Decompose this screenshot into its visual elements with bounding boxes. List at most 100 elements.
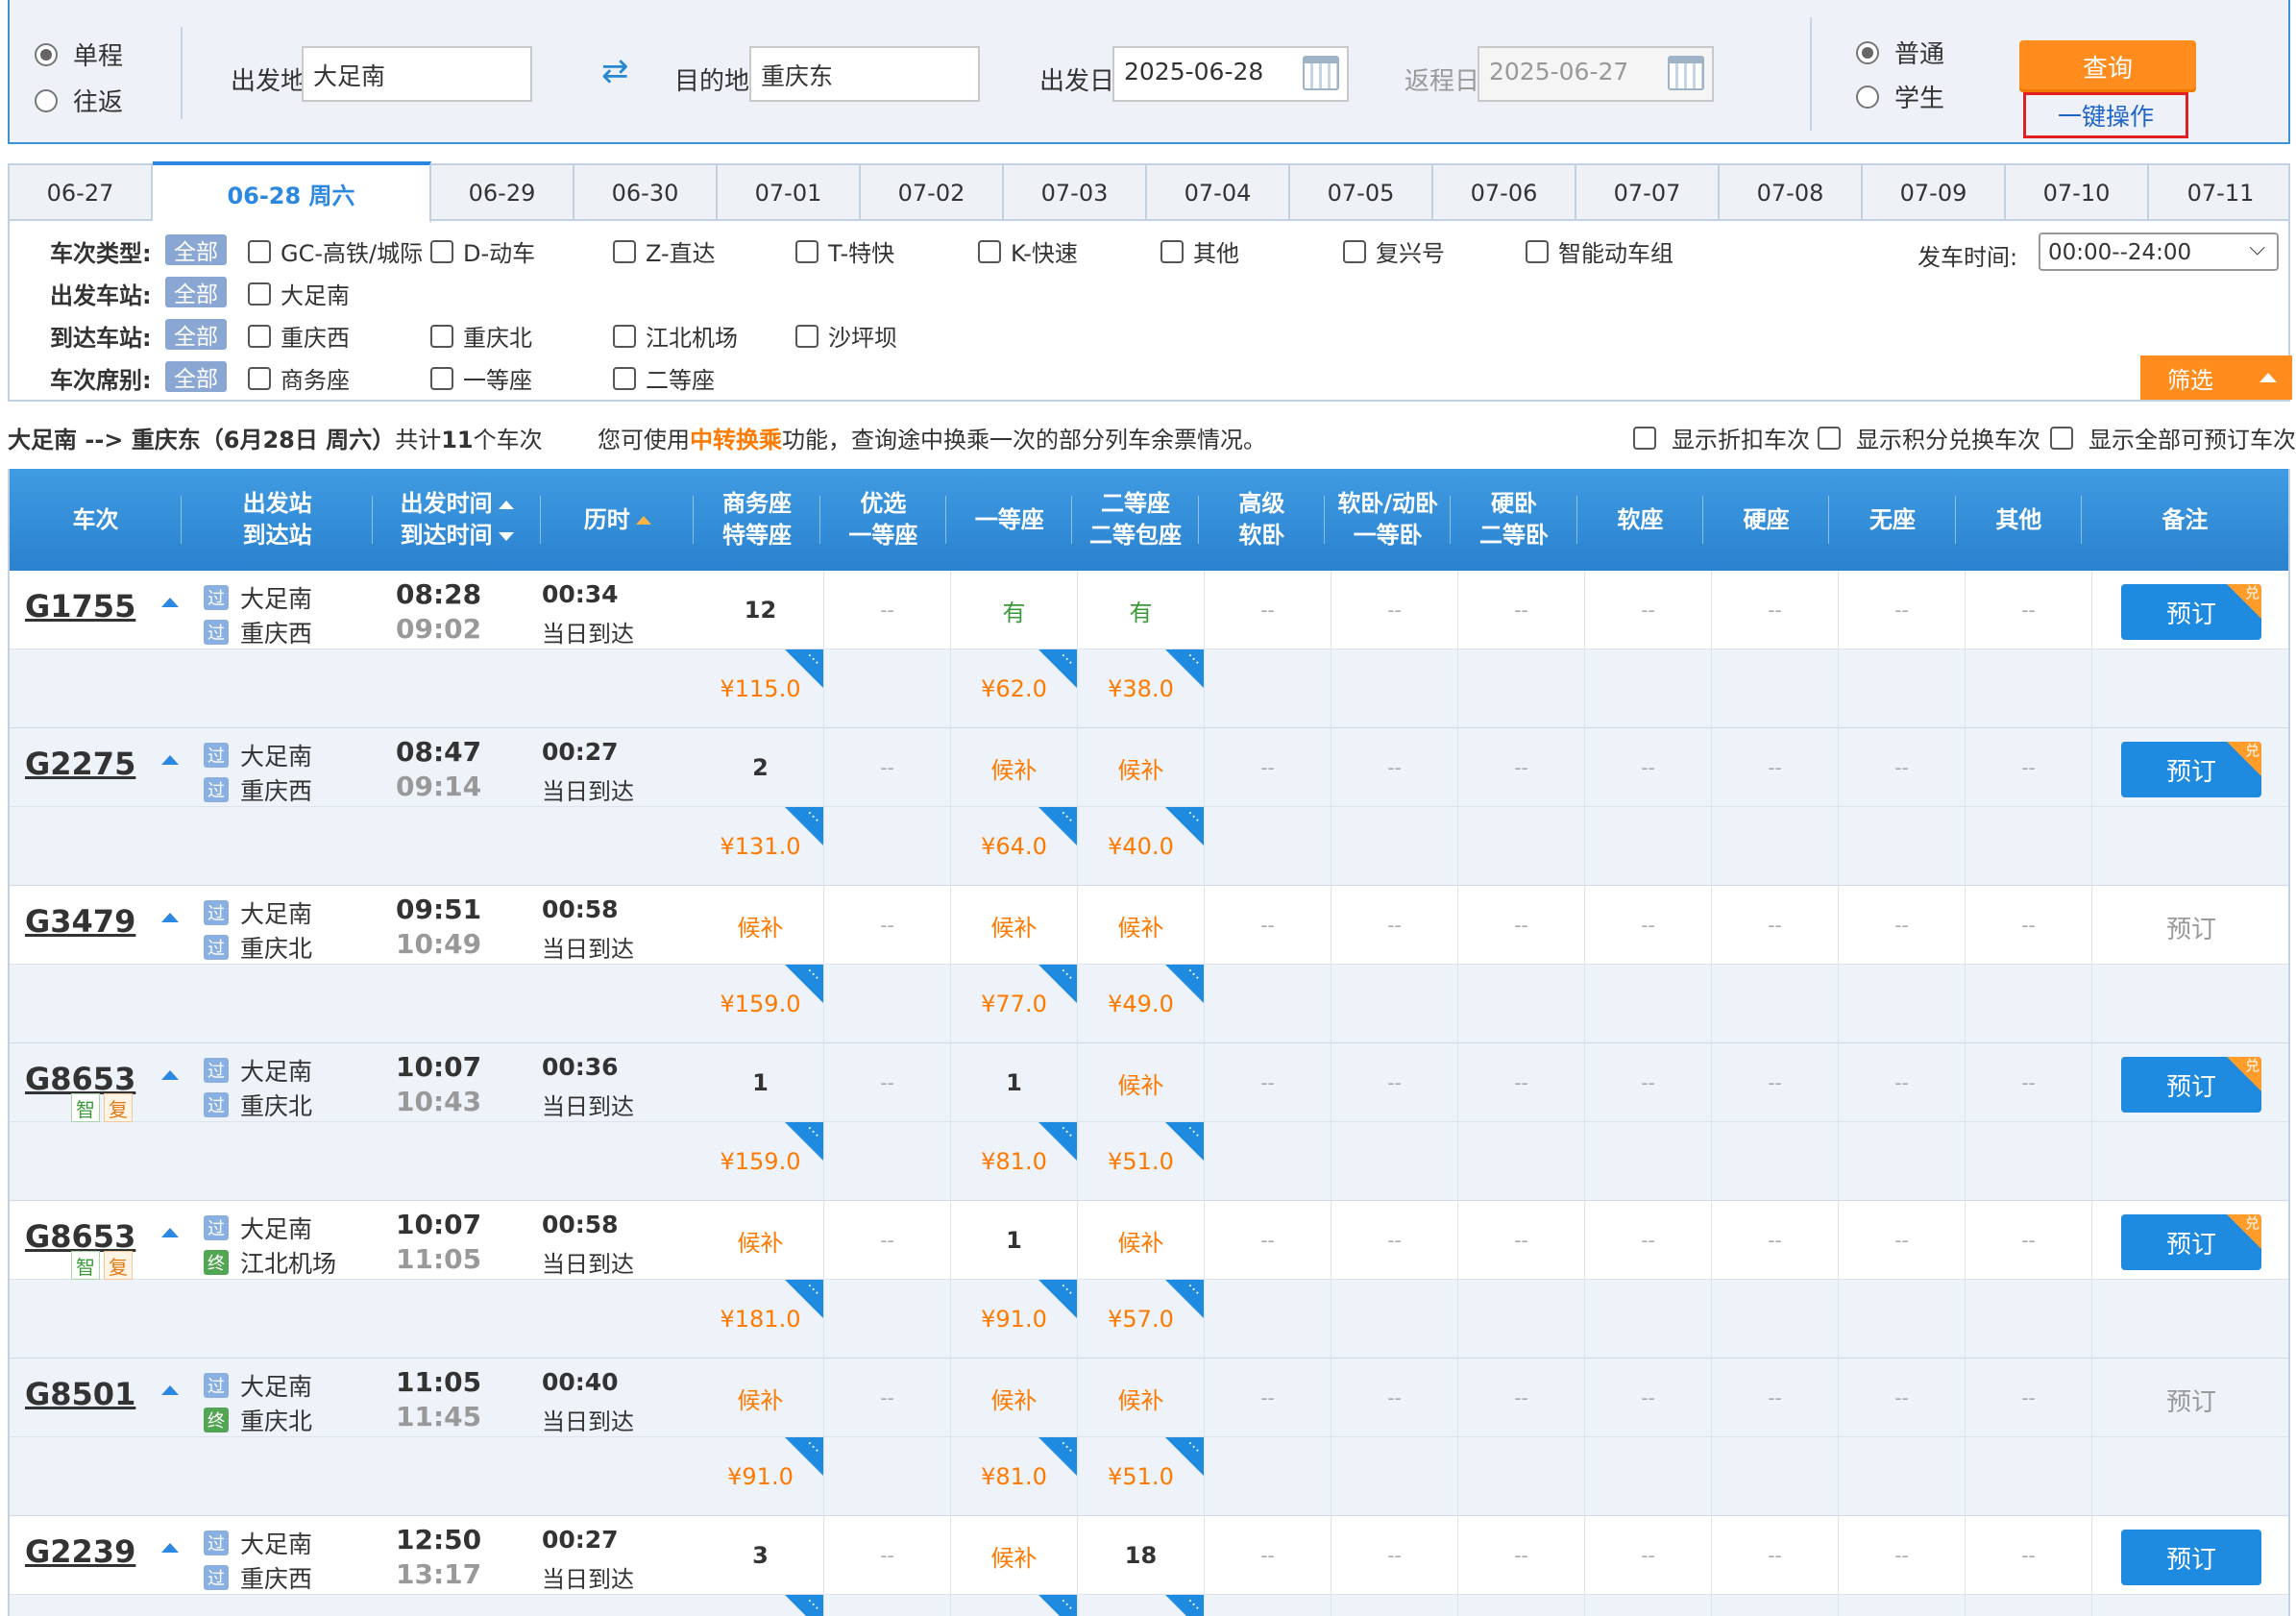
seat-availability[interactable]: 候补: [738, 1224, 784, 1258]
filter-all-button[interactable]: 全部: [165, 277, 227, 307]
date-tab[interactable]: 06-28 周六: [153, 161, 431, 223]
filter-checkbox[interactable]: Z-直达: [613, 234, 716, 268]
date-tab[interactable]: 06-30: [574, 165, 718, 221]
seat-availability[interactable]: 1: [1006, 1069, 1022, 1096]
seat-availability[interactable]: 候补: [991, 909, 1038, 943]
book-button[interactable]: 预订 兑: [2121, 584, 2261, 640]
seat-availability[interactable]: 候补: [1118, 1224, 1164, 1258]
seat-availability[interactable]: 2: [752, 754, 769, 781]
train-number-link[interactable]: G8653: [25, 1218, 135, 1255]
filter-checkbox[interactable]: 复兴号: [1343, 234, 1445, 268]
filter-checkbox[interactable]: K-快速: [978, 234, 1078, 268]
transfer-link[interactable]: 中转换乘: [690, 427, 782, 453]
seat-cell: --: [1205, 1359, 1331, 1437]
filter-checkbox[interactable]: 商务座: [248, 361, 350, 395]
date-tab[interactable]: 07-09: [1863, 165, 2006, 221]
date-tab[interactable]: 07-06: [1433, 165, 1576, 221]
seat-availability[interactable]: 候补: [991, 1539, 1038, 1573]
show-discount-checkbox[interactable]: 显示折扣车次: [1633, 421, 1810, 454]
seat-availability[interactable]: 1: [752, 1069, 769, 1096]
seat-availability[interactable]: 候补: [1118, 1382, 1164, 1415]
sort-up-icon[interactable]: [635, 516, 651, 525]
price-cell: [1585, 807, 1712, 886]
sort-up-icon[interactable]: [498, 500, 514, 509]
train-number-link[interactable]: G3479: [25, 903, 135, 940]
sort-down-icon[interactable]: [498, 531, 514, 541]
calendar-icon[interactable]: [1668, 56, 1704, 90]
filter-checkbox[interactable]: 其他: [1160, 234, 1239, 268]
departure-time-select[interactable]: 00:00--24:00 ⌵: [2039, 233, 2279, 271]
seat-availability[interactable]: 候补: [1118, 751, 1164, 785]
expand-stops-icon[interactable]: [161, 1543, 179, 1553]
book-button[interactable]: 预订 兑: [2121, 1057, 2261, 1113]
filter-checkbox[interactable]: 一等座: [430, 361, 532, 395]
seat-availability[interactable]: 候补: [991, 1382, 1038, 1415]
date-tab[interactable]: 07-01: [718, 165, 861, 221]
seat-availability[interactable]: 1: [1006, 1227, 1022, 1254]
filter-checkbox[interactable]: 沙坪坝: [795, 319, 897, 353]
seat-availability[interactable]: 候补: [991, 751, 1038, 785]
trip-oneway-radio[interactable]: 单程: [35, 37, 123, 72]
filter-checkbox[interactable]: 大足南: [248, 277, 350, 310]
date-tab[interactable]: 07-11: [2149, 165, 2292, 221]
seat-availability[interactable]: 18: [1125, 1542, 1157, 1569]
filter-checkbox[interactable]: 智能动车组: [1526, 234, 1673, 268]
date-tab[interactable]: 07-04: [1147, 165, 1290, 221]
date-tab[interactable]: 06-29: [431, 165, 574, 221]
book-button[interactable]: 预订 兑: [2121, 742, 2261, 797]
expand-stops-icon[interactable]: [161, 913, 179, 922]
expand-stops-icon[interactable]: [161, 755, 179, 765]
seat-availability[interactable]: 候补: [738, 1382, 784, 1415]
show-points-checkbox[interactable]: 显示积分兑换车次: [1818, 421, 2040, 454]
book-button[interactable]: 预订: [2121, 1530, 2261, 1585]
date-tab[interactable]: 07-10: [2006, 165, 2149, 221]
train-number-link[interactable]: G2275: [25, 746, 135, 782]
date-tab[interactable]: 07-05: [1290, 165, 1433, 221]
seat-availability[interactable]: 候补: [1118, 1066, 1164, 1100]
seat-availability[interactable]: 有: [1130, 594, 1153, 627]
filter-all-button[interactable]: 全部: [165, 234, 227, 265]
filter-checkbox[interactable]: 二等座: [613, 361, 715, 395]
show-all-bookable-checkbox[interactable]: 显示全部可预订车次: [2050, 421, 2296, 454]
passenger-normal-radio[interactable]: 普通: [1856, 35, 1944, 70]
filter-checkbox[interactable]: 重庆北: [430, 319, 532, 353]
passenger-student-radio[interactable]: 学生: [1856, 79, 1944, 114]
date-tab[interactable]: 07-07: [1576, 165, 1720, 221]
train-number-link[interactable]: G8501: [25, 1376, 135, 1412]
train-number-link[interactable]: G8653: [25, 1061, 135, 1097]
from-input[interactable]: 大足南: [302, 46, 532, 102]
date-tab[interactable]: 07-08: [1720, 165, 1863, 221]
book-button[interactable]: 预订 兑: [2121, 1214, 2261, 1270]
train-number-link[interactable]: G2239: [25, 1533, 135, 1570]
filter-checkbox[interactable]: GC-高铁/城际: [248, 234, 423, 268]
col-duration[interactable]: 历时: [541, 469, 695, 571]
filter-checkbox[interactable]: 重庆西: [248, 319, 350, 353]
filter-button[interactable]: 筛选: [2140, 355, 2292, 400]
trip-roundtrip-radio[interactable]: 往返: [35, 83, 123, 118]
expand-stops-icon[interactable]: [161, 1385, 179, 1395]
seat-availability[interactable]: 候补: [1118, 909, 1164, 943]
seat-availability[interactable]: 12: [745, 597, 776, 624]
seat-availability[interactable]: 有: [1003, 594, 1026, 627]
train-number-link[interactable]: G1755: [25, 588, 135, 624]
col-times[interactable]: 出发时间 到达时间: [373, 469, 542, 571]
seat-availability[interactable]: 候补: [738, 909, 784, 943]
filter-checkbox[interactable]: T-特快: [795, 234, 894, 268]
expand-stops-icon[interactable]: [161, 598, 179, 607]
expand-stops-icon[interactable]: [161, 1228, 179, 1237]
one-key-operation-link[interactable]: 一键操作: [2023, 92, 2188, 138]
swap-icon[interactable]: ⇄: [601, 55, 640, 87]
filter-all-button[interactable]: 全部: [165, 319, 227, 350]
query-button[interactable]: 查询: [2019, 40, 2196, 92]
col-train[interactable]: 车次: [10, 469, 183, 571]
filter-all-button[interactable]: 全部: [165, 361, 227, 392]
calendar-icon[interactable]: [1303, 56, 1339, 90]
seat-availability[interactable]: 3: [752, 1542, 769, 1569]
date-tab[interactable]: 06-27: [10, 165, 153, 221]
to-input[interactable]: 重庆东: [749, 46, 980, 102]
expand-stops-icon[interactable]: [161, 1070, 179, 1080]
date-tab[interactable]: 07-02: [861, 165, 1004, 221]
filter-checkbox[interactable]: D-动车: [430, 234, 535, 268]
filter-checkbox[interactable]: 江北机场: [613, 319, 738, 353]
date-tab[interactable]: 07-03: [1004, 165, 1147, 221]
